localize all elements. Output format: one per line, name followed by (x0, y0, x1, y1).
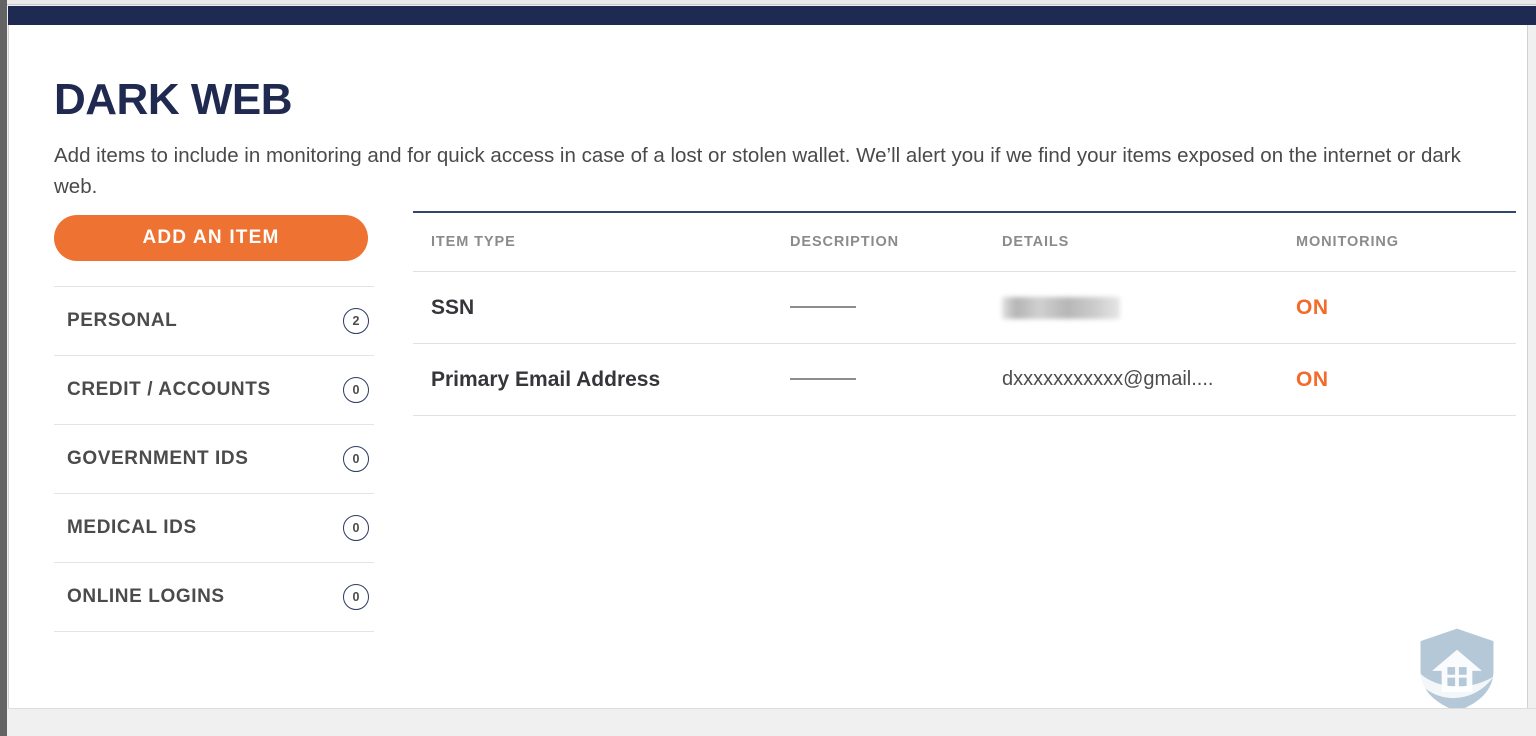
monitored-items-table: ITEM TYPE DESCRIPTION DETAILS MONITORING… (413, 211, 1516, 416)
sidebar-item-count-badge: 0 (343, 515, 369, 541)
sidebar-item-label: CREDIT / ACCOUNTS (67, 379, 271, 400)
page-title: DARK WEB (54, 75, 292, 125)
cell-details-value: dxxxxxxxxxxx@gmail.... (1002, 368, 1214, 390)
table-header-row: ITEM TYPE DESCRIPTION DETAILS MONITORING (413, 213, 1516, 272)
table-row[interactable]: Primary Email Address dxxxxxxxxxxx@gmail… (413, 344, 1516, 416)
sidebar-item-count-badge: 2 (343, 308, 369, 334)
sidebar-item-credit-accounts[interactable]: CREDIT / ACCOUNTS 0 (54, 356, 374, 425)
sidebar-item-label: PERSONAL (67, 310, 178, 331)
table-row[interactable]: SSN ON (413, 272, 1516, 344)
page-description: Add items to include in monitoring and f… (54, 143, 1461, 198)
redacted-value-blur (1002, 296, 1120, 319)
app-window: DARK WEB Add items to include in monitor… (0, 0, 1536, 736)
sidebar-item-online-logins[interactable]: ONLINE LOGINS 0 (54, 563, 374, 632)
status-badge-monitoring[interactable]: ON (1296, 296, 1516, 320)
cell-details: dxxxxxxxxxxx@gmail.... (1002, 368, 1296, 391)
add-an-item-button[interactable]: ADD AN ITEM (54, 215, 368, 261)
sidebar-item-count-badge: 0 (343, 446, 369, 472)
cell-item-type: Primary Email Address (431, 367, 661, 391)
empty-description-dash (790, 306, 856, 309)
category-list: PERSONAL 2 CREDIT / ACCOUNTS 0 GOVERNMEN… (54, 286, 374, 632)
empty-description-dash (790, 378, 856, 381)
sidebar-item-label: ONLINE LOGINS (67, 586, 225, 607)
column-header-item-type: ITEM TYPE (431, 234, 516, 250)
sidebar-item-personal[interactable]: PERSONAL 2 (54, 287, 374, 356)
cell-item-type: SSN (431, 295, 475, 319)
category-sidebar: ADD AN ITEM PERSONAL 2 CREDIT / ACCOUNTS… (54, 215, 374, 632)
sidebar-item-count-badge: 0 (343, 584, 369, 610)
column-header-details: DETAILS (1002, 234, 1070, 250)
sidebar-item-count-badge: 0 (343, 377, 369, 403)
sidebar-item-label: MEDICAL IDS (67, 517, 197, 538)
cell-description (790, 299, 1002, 317)
house-shield-icon (1409, 621, 1505, 708)
sidebar-item-government-ids[interactable]: GOVERNMENT IDS 0 (54, 425, 374, 494)
column-header-monitoring: MONITORING (1296, 234, 1399, 250)
window-left-border (0, 0, 7, 736)
cell-description (790, 371, 1002, 389)
cell-details (1002, 296, 1296, 319)
column-header-description: DESCRIPTION (790, 234, 899, 250)
status-badge-monitoring[interactable]: ON (1296, 368, 1516, 392)
top-navigation-bar (8, 6, 1536, 25)
sidebar-item-label: GOVERNMENT IDS (67, 448, 249, 469)
window-footer-strip (8, 708, 1536, 736)
sidebar-item-medical-ids[interactable]: MEDICAL IDS 0 (54, 494, 374, 563)
page-content-card: DARK WEB Add items to include in monitor… (8, 25, 1528, 708)
window-top-strip (7, 0, 1536, 5)
